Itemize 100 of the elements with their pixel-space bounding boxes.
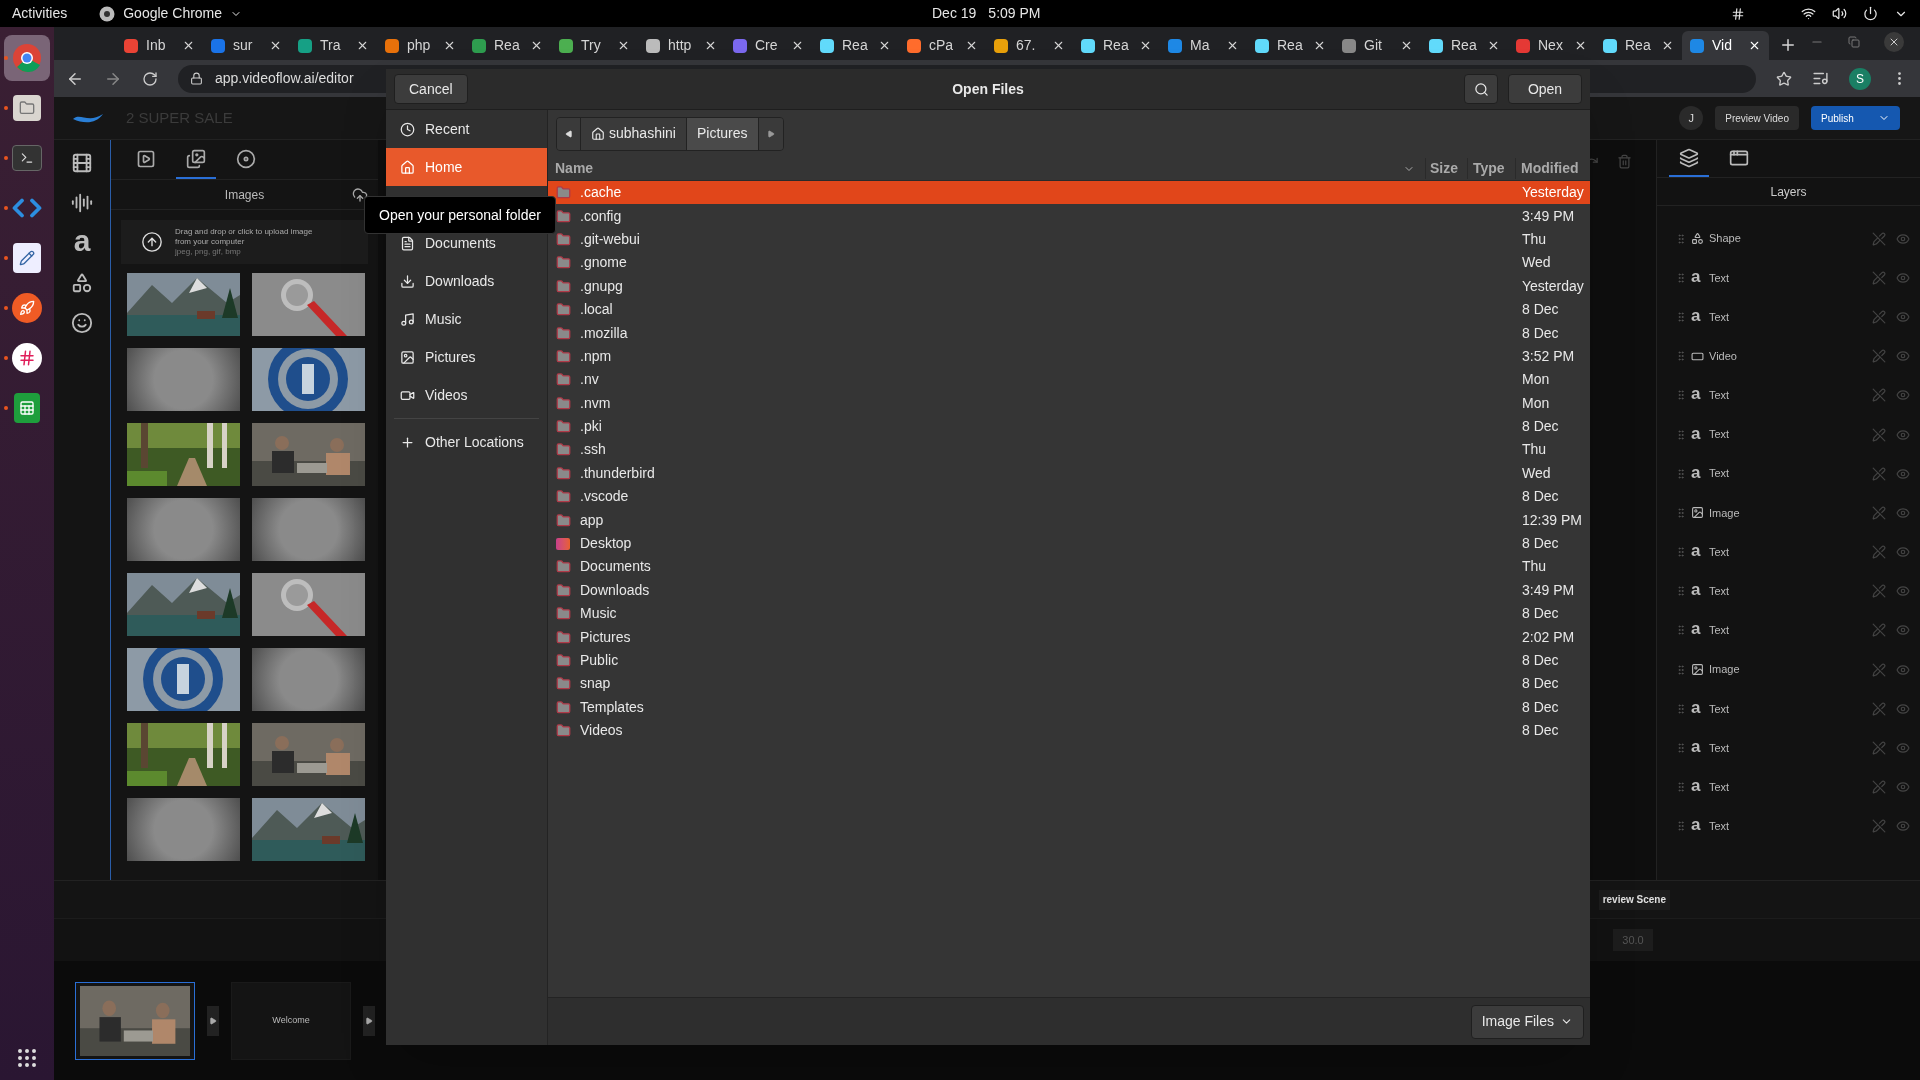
browser-tab[interactable]: Rea — [1595, 31, 1682, 60]
browser-tab[interactable]: http — [638, 31, 725, 60]
browser-tab[interactable]: Rea — [812, 31, 899, 60]
publish-button[interactable]: Publish — [1811, 106, 1900, 130]
close-icon[interactable] — [1139, 39, 1152, 52]
close-icon[interactable] — [617, 39, 630, 52]
layer-row[interactable]: a Text — [1657, 767, 1920, 807]
close-icon[interactable] — [1661, 39, 1674, 52]
sidebar-item[interactable]: Recent — [386, 110, 547, 148]
file-row[interactable]: .mozilla 8 Dec — [548, 321, 1590, 345]
layer-row[interactable]: a Text — [1657, 728, 1920, 768]
volume-icon[interactable] — [1832, 6, 1847, 21]
column-header[interactable]: Modified — [1516, 158, 1590, 179]
restore-icon[interactable] — [1848, 36, 1860, 48]
file-row[interactable]: Videos 8 Dec — [548, 719, 1590, 743]
close-icon[interactable] — [878, 39, 891, 52]
close-icon[interactable] — [1574, 39, 1587, 52]
drag-handle-icon[interactable] — [1675, 350, 1687, 363]
file-type-dropdown[interactable]: Image Files — [1470, 1004, 1584, 1039]
close-icon[interactable] — [1052, 39, 1065, 52]
media-icon[interactable] — [1812, 70, 1829, 87]
sidebar-item[interactable]: Other Locations — [386, 423, 547, 461]
close-icon[interactable] — [269, 39, 282, 52]
file-row[interactable]: .pki 8 Dec — [548, 414, 1590, 439]
drag-handle-icon[interactable] — [1675, 663, 1687, 676]
search-button[interactable] — [1464, 74, 1498, 104]
browser-tab[interactable]: Rea — [1247, 31, 1334, 60]
browser-tab[interactable]: Rea — [1073, 31, 1160, 60]
sidebar-item[interactable]: Home — [386, 148, 547, 186]
drag-handle-icon[interactable] — [1675, 742, 1687, 755]
layer-row[interactable]: Image — [1657, 493, 1920, 533]
bookmark-icon[interactable] — [1776, 70, 1792, 87]
close-icon[interactable] — [1226, 39, 1239, 52]
scene-arrow-button[interactable] — [363, 1005, 375, 1036]
column-header[interactable]: Type — [1468, 158, 1516, 179]
sidebar-item[interactable]: Pictures — [386, 338, 547, 376]
close-icon[interactable] — [1487, 39, 1500, 52]
column-header[interactable]: Name — [548, 158, 1426, 179]
browser-tab[interactable]: cPa — [899, 31, 986, 60]
close-icon[interactable] — [965, 39, 978, 52]
activities-button[interactable]: Activities — [12, 3, 68, 24]
close-icon[interactable] — [1313, 39, 1326, 52]
file-row[interactable]: Music 8 Dec — [548, 602, 1590, 626]
layer-row[interactable]: a Text — [1657, 806, 1920, 846]
file-row[interactable]: Documents Thu — [548, 555, 1590, 579]
drag-handle-icon[interactable] — [1675, 546, 1687, 559]
close-icon[interactable] — [356, 39, 369, 52]
drag-handle-icon[interactable] — [1675, 467, 1687, 480]
forward-button[interactable] — [758, 117, 783, 150]
power-icon[interactable] — [1863, 6, 1878, 21]
drag-handle-icon[interactable] — [1675, 232, 1687, 245]
layer-row[interactable]: Image — [1657, 650, 1920, 690]
close-icon[interactable] — [182, 39, 195, 52]
apps-grid-icon[interactable] — [15, 1046, 39, 1070]
drag-handle-icon[interactable] — [1675, 389, 1687, 402]
file-row[interactable]: snap 8 Dec — [548, 672, 1590, 696]
close-icon[interactable] — [443, 39, 456, 52]
file-row[interactable]: .cache Yesterday — [548, 181, 1590, 205]
close-icon[interactable] — [1400, 39, 1413, 52]
file-row[interactable]: .thunderbird Wed — [548, 461, 1590, 486]
file-row[interactable]: .ssh Thu — [548, 438, 1590, 462]
profile-avatar[interactable]: S — [1849, 67, 1871, 90]
file-row[interactable]: Templates 8 Dec — [548, 695, 1590, 719]
browser-tab[interactable]: Inb — [116, 31, 203, 60]
drag-handle-icon[interactable] — [1675, 585, 1687, 598]
wifi-icon[interactable] — [1801, 6, 1816, 21]
close-icon[interactable] — [791, 39, 804, 52]
layer-row[interactable]: a Text — [1657, 454, 1920, 494]
drag-handle-icon[interactable] — [1675, 506, 1687, 519]
scene-card[interactable]: Welcome — [231, 981, 351, 1060]
drag-handle-icon[interactable] — [1675, 624, 1687, 637]
file-row[interactable]: .gnupg Yesterday — [548, 274, 1590, 298]
layer-row[interactable]: a Text — [1657, 414, 1920, 455]
file-row[interactable]: .npm 3:52 PM — [548, 344, 1590, 369]
layer-row[interactable]: a Text — [1657, 375, 1920, 415]
file-row[interactable]: .gnome Wed — [548, 251, 1590, 275]
browser-tab[interactable]: Cre — [725, 31, 812, 60]
dock-item[interactable] — [4, 35, 50, 81]
drag-handle-icon[interactable] — [1675, 271, 1687, 284]
column-header[interactable]: Size — [1426, 158, 1468, 179]
path-segment[interactable]: subhashini — [581, 117, 687, 150]
layer-row[interactable]: a Text — [1657, 532, 1920, 572]
browser-tab[interactable]: Ma — [1160, 31, 1247, 60]
sidebar-item[interactable]: Downloads — [386, 262, 547, 300]
upload-dropzone[interactable]: Drag and drop or click to upload image from your computer jpeg, png, gif, bmp — [121, 220, 368, 264]
text-tool[interactable]: a — [65, 226, 99, 260]
user-avatar[interactable]: J — [1679, 106, 1704, 130]
drag-handle-icon[interactable] — [1675, 310, 1687, 323]
layer-row[interactable]: Video — [1657, 336, 1920, 376]
browser-tab[interactable]: Tra — [290, 31, 377, 60]
preview-scene-button[interactable]: review Scene — [1598, 889, 1670, 910]
close-icon[interactable] — [704, 39, 717, 52]
file-row[interactable]: Desktop 8 Dec — [548, 531, 1590, 556]
file-row[interactable]: .vscode 8 Dec — [548, 485, 1590, 509]
browser-tab[interactable]: Try — [551, 31, 638, 60]
file-row[interactable]: .nvm Mon — [548, 391, 1590, 415]
layer-row[interactable]: a Text — [1657, 258, 1920, 298]
browser-tab[interactable]: Rea — [464, 31, 551, 60]
layer-row[interactable]: a Text — [1657, 571, 1920, 611]
file-row[interactable]: Pictures 2:02 PM — [548, 625, 1590, 649]
